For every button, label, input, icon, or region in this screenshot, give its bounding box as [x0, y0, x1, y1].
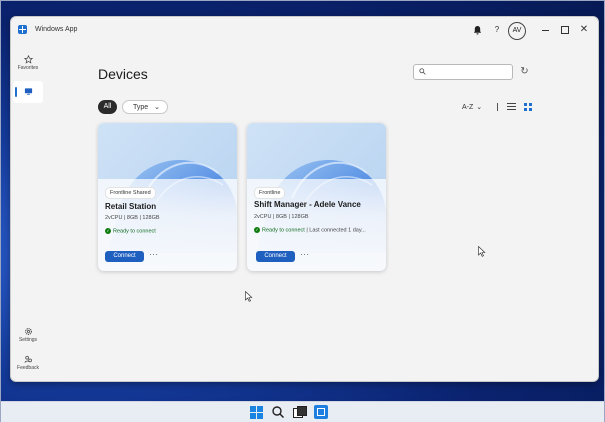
task-view-icon[interactable]	[292, 405, 307, 419]
status-text: Ready to connect	[262, 227, 305, 234]
app-logo-icon	[18, 25, 27, 34]
search-input[interactable]	[413, 64, 513, 80]
filter-type-label: Type	[133, 104, 149, 111]
app-title: Windows App	[35, 26, 78, 33]
status-text: Ready to connect	[113, 228, 156, 235]
device-type-badge: Frontline	[254, 187, 286, 199]
monitor-icon	[24, 88, 32, 95]
title-bar: Windows App ? AV ✕	[11, 17, 598, 43]
check-circle-icon: ✓	[105, 228, 111, 234]
search-icon	[419, 68, 426, 75]
windows-start-icon[interactable]	[249, 405, 263, 419]
device-specs: 2vCPU | 8GB | 128GB	[254, 214, 309, 220]
minimize-button[interactable]	[539, 23, 553, 37]
last-connected-text: | Last connected 1 day...	[306, 227, 366, 234]
sidebar-item-settings[interactable]: Settings	[13, 327, 43, 343]
card-body: Frontline Shared Retail Station 2vCPU | …	[98, 179, 237, 271]
gear-icon	[24, 328, 32, 335]
close-button[interactable]: ✕	[577, 23, 591, 37]
filter-all-chip[interactable]: All	[98, 100, 117, 114]
device-name: Shift Manager - Adele Vance	[254, 200, 361, 209]
help-icon[interactable]: ?	[490, 23, 504, 37]
avatar[interactable]: AV	[508, 22, 526, 40]
selected-indicator	[15, 87, 17, 97]
sidebar-item-favorites[interactable]: Favorites	[13, 55, 43, 71]
mouse-cursor-icon	[245, 291, 253, 302]
sidebar-item-label: Favorites	[17, 65, 39, 71]
device-card[interactable]: Frontline Shared Retail Station 2vCPU | …	[98, 123, 237, 271]
device-card[interactable]: Frontline Shift Manager - Adele Vance 2v…	[247, 123, 386, 271]
maximize-button[interactable]	[558, 23, 572, 37]
people-feedback-icon	[24, 355, 32, 363]
connect-button[interactable]: Connect	[105, 251, 144, 262]
device-status: ✓ Ready to connect | Last connected 1 day…	[254, 227, 366, 233]
sidebar-item-devices[interactable]	[13, 81, 43, 103]
search-icon[interactable]	[271, 405, 285, 419]
sort-label: A-Z	[462, 104, 474, 111]
connect-button[interactable]: Connect	[256, 251, 295, 262]
sidebar-item-feedback[interactable]: Feedback	[13, 355, 43, 371]
page-title: Devices	[98, 66, 148, 82]
filter-type-dropdown[interactable]: Type ⌄	[122, 100, 168, 114]
grid-view-icon[interactable]	[524, 103, 532, 111]
device-type-badge: Frontline Shared	[105, 187, 156, 199]
sidebar-item-label: Feedback	[17, 365, 39, 371]
refresh-icon[interactable]: ↻	[519, 66, 530, 77]
device-name: Retail Station	[105, 202, 157, 211]
mouse-cursor-icon	[478, 246, 486, 257]
star-icon	[23, 55, 33, 64]
chevron-down-icon: ⌄	[476, 104, 483, 111]
taskbar	[1, 401, 604, 422]
sort-dropdown[interactable]: A-Z ⌄	[462, 103, 482, 111]
device-status: ✓ Ready to connect	[105, 228, 156, 234]
notification-bell-icon[interactable]	[470, 23, 484, 37]
card-body: Frontline Shift Manager - Adele Vance 2v…	[247, 179, 386, 271]
divider	[497, 103, 498, 111]
chevron-down-icon: ⌄	[154, 104, 160, 111]
sidebar-item-label: Settings	[18, 337, 38, 343]
more-options-icon[interactable]: ···	[300, 250, 310, 259]
app-window: Windows App ? AV ✕ Favorites Settings Fe…	[10, 16, 599, 382]
check-circle-icon: ✓	[254, 227, 260, 233]
sidebar: Favorites Settings Feedback	[11, 43, 45, 381]
device-specs: 2vCPU | 8GB | 128GB	[105, 215, 160, 221]
more-options-icon[interactable]: ···	[149, 250, 159, 259]
list-view-icon[interactable]	[507, 103, 516, 111]
windows-app-taskbar-icon[interactable]	[314, 405, 328, 419]
